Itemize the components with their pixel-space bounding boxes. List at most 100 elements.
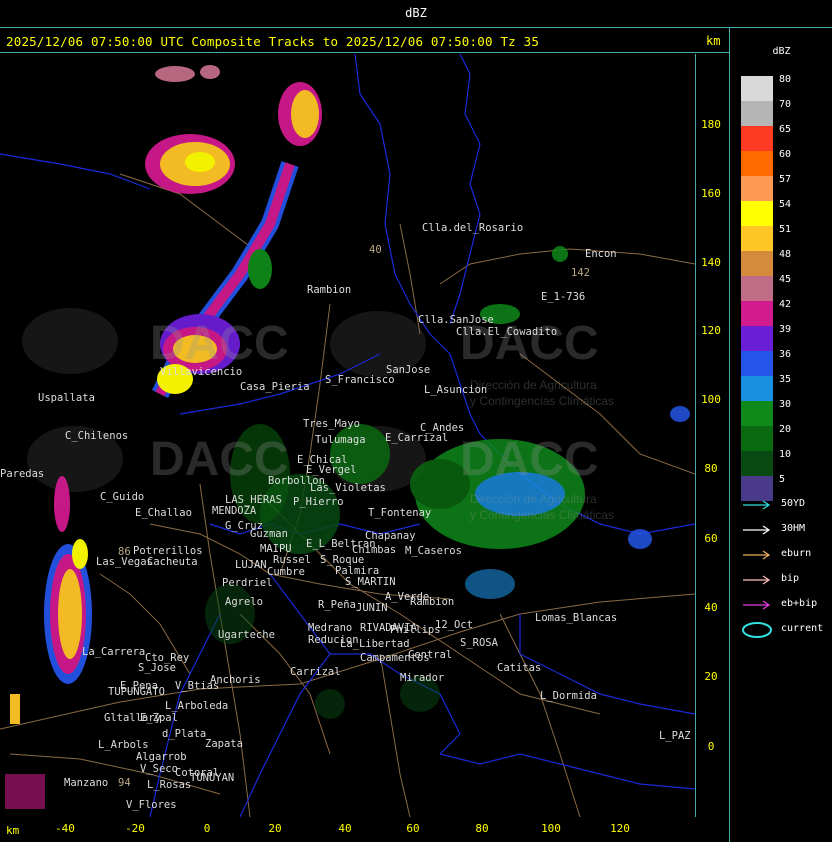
x-tick: 120: [610, 822, 630, 835]
watermark-text-2: y Contingencias Climáticas: [470, 394, 615, 408]
place-label: L_Arbols: [98, 739, 149, 751]
x-unit-label: km: [6, 824, 20, 837]
place-label: E_Challao: [135, 507, 192, 519]
scale-label: 80: [779, 74, 792, 85]
place-label: Algarrob: [136, 751, 187, 763]
place-label: E_1-736: [541, 291, 586, 303]
place-label: Clla.del_Rosario: [422, 222, 524, 234]
y-unit-label: km: [706, 34, 721, 48]
place-label: d_Plata: [162, 728, 207, 740]
scale-label: 10: [779, 449, 792, 460]
scale-swatch: [741, 401, 773, 426]
scale-label: 39: [779, 324, 792, 335]
scale-swatch: [741, 101, 773, 126]
watermark-1: DACC: [150, 317, 289, 370]
watermark-text-3: Dirección de Agricultura: [470, 492, 597, 506]
place-label: Zapata: [205, 738, 243, 750]
place-label: S_ROSA: [460, 637, 498, 649]
place-label: S_Francisco: [325, 374, 395, 386]
scale-swatch: [741, 176, 773, 201]
scale-label: 60: [779, 149, 792, 160]
scale-label: 45: [779, 274, 792, 285]
place-label: JUNIN: [356, 602, 388, 614]
place-label: Villavicencio: [160, 366, 243, 378]
track-item: current: [741, 622, 831, 638]
place-label: Clla.SanJose: [418, 314, 494, 326]
place-label: Rambion: [410, 596, 455, 608]
place-label: L_Rosas: [147, 779, 192, 791]
place-label: Uspallata: [38, 392, 95, 404]
scale-label: 5: [779, 474, 786, 485]
track-item: eb+bip: [741, 598, 831, 612]
scale-label: 54: [779, 199, 792, 210]
radar-map[interactable]: DACC DACC DACC DACC Dirección de Agricul…: [0, 54, 696, 817]
place-label: Casa_Pieria: [240, 381, 310, 393]
place-label: TUNUYAN: [190, 772, 235, 784]
product-title: dBZ: [405, 6, 427, 20]
scale-label: 51: [779, 224, 792, 235]
scale-swatch: [741, 126, 773, 151]
place-label: L_Dormida: [540, 690, 597, 702]
place-label: S_MARTIN: [345, 576, 396, 588]
place-label: L_Asuncion: [424, 384, 488, 396]
legend-panel: dBZ 80 70 65 60 57 54 51 48 45 42 39 36 35 30 20 10 5 50…: [731, 28, 832, 842]
track-label: bip: [781, 573, 800, 584]
track-item: eburn: [741, 548, 831, 562]
y-tick: 120: [701, 324, 721, 337]
y-tick: 80: [704, 462, 718, 475]
place-label: Paredas: [0, 468, 45, 480]
place-label: Las_Violetas: [310, 482, 386, 494]
scale-label: 36: [779, 349, 792, 360]
scale-label: 42: [779, 299, 792, 310]
scale-swatch: [741, 426, 773, 451]
panel-divider: [729, 28, 730, 842]
y-tick: 100: [701, 393, 721, 406]
place-label: S_Jose: [138, 662, 176, 674]
place-label: 12_Oct: [435, 619, 473, 631]
scale-swatch: [741, 226, 773, 251]
scale-swatch: [741, 451, 773, 476]
scale-swatch: [741, 376, 773, 401]
y-tick: 20: [704, 670, 718, 683]
place-label: Central: [408, 649, 453, 661]
title-bar: dBZ: [0, 0, 832, 28]
y-tick: 0: [707, 740, 715, 753]
track-item: 30HM: [741, 523, 831, 537]
place-label: TUPUNGATO: [108, 686, 165, 698]
place-label: Lomas_Blancas: [535, 612, 618, 624]
watermark-text-4: y Contingencias Climáticas: [470, 508, 615, 522]
scale-label: 65: [779, 124, 792, 135]
place-label: L_Arboleda: [165, 700, 229, 712]
place-label: LUJAN: [235, 559, 267, 571]
scale-label: 57: [779, 174, 792, 185]
scale-swatch: [741, 201, 773, 226]
place-label: V_Flores: [126, 799, 177, 811]
place-label: Tres_Mayo: [303, 418, 360, 430]
place-label: 142: [571, 267, 590, 279]
x-tick: -40: [55, 822, 75, 835]
place-label: Gltallary: [104, 712, 161, 724]
y-axis: 180 160 140 120 100 80 60 40 20 0: [696, 54, 729, 817]
place-label: V_Btias: [175, 680, 220, 692]
place-label: C_Chilenos: [65, 430, 129, 442]
track-item: 50YD: [741, 498, 831, 512]
place-label: V_Seco: [140, 763, 178, 775]
track-item: bip: [741, 573, 831, 587]
scale-label: 30: [779, 399, 792, 410]
y-tick: 140: [701, 256, 721, 269]
time-header: 2025/12/06 07:50:00 UTC Composite Tracks…: [6, 34, 540, 49]
x-tick: 100: [541, 822, 561, 835]
x-tick: 80: [475, 822, 489, 835]
place-label: Cacheuta: [147, 556, 198, 568]
legend-title: dBZ: [772, 46, 791, 57]
place-label: C_Guido: [100, 491, 145, 503]
watermark-4: DACC: [460, 433, 599, 486]
place-label: C_Andes: [420, 422, 465, 434]
x-axis: km -40 -20 0 20 40 60 80 100 120: [0, 817, 729, 842]
place-label: Encon: [585, 248, 617, 260]
scale-swatch: [741, 151, 773, 176]
place-label: Rambion: [307, 284, 352, 296]
place-label: Manzano: [64, 777, 109, 789]
place-label: Phillips: [390, 624, 441, 636]
track-label: eburn: [781, 548, 812, 559]
